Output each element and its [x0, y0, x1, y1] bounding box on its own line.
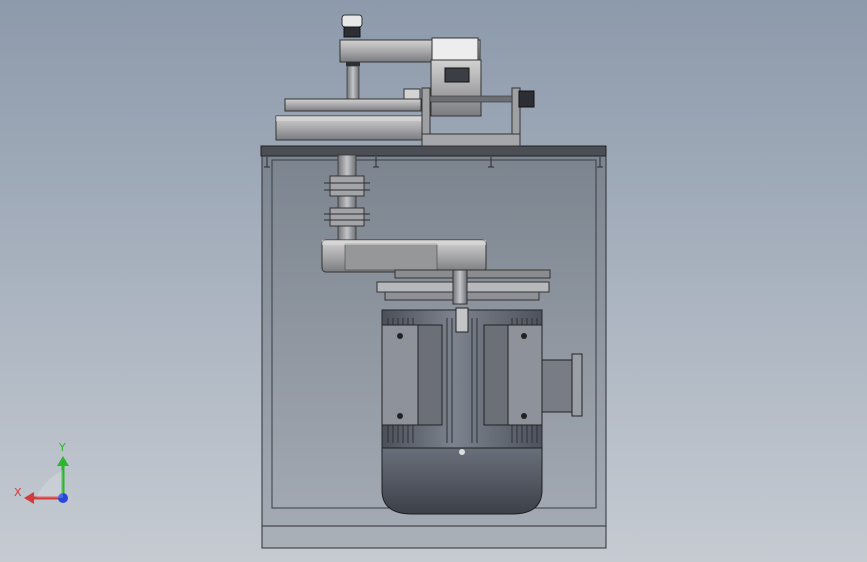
lower-belt-pulley[interactable]	[321, 239, 487, 273]
motor-flange[interactable]	[376, 269, 551, 305]
coordinate-triad: Y X	[14, 440, 78, 510]
x-axis-label: X	[14, 486, 22, 499]
top-belt-assembly[interactable]	[275, 14, 535, 147]
cad-model[interactable]	[0, 0, 867, 562]
graphics-viewport[interactable]: Y X	[0, 0, 867, 562]
y-axis-label: Y	[59, 441, 66, 454]
axis-arrows-icon	[24, 456, 69, 504]
